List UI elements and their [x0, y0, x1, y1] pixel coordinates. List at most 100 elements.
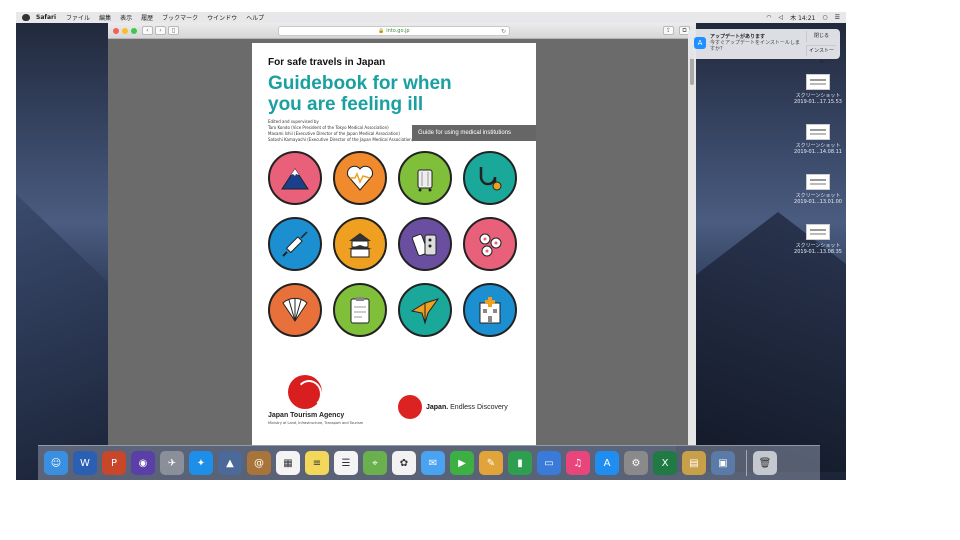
editor-3: Satoshi Kamayachi (Executive Director of…: [268, 137, 414, 142]
address-bar[interactable]: 🔒 into.go.jp ↻: [278, 26, 510, 36]
pdf-banner: Guide for using medical institutions: [412, 125, 536, 141]
dock-photos-icon[interactable]: ✿: [392, 451, 416, 475]
dock-finder-icon[interactable]: ☺: [44, 451, 68, 475]
dock-keynote-icon[interactable]: ▭: [537, 451, 561, 475]
scrollbar[interactable]: [688, 39, 696, 445]
dock-facetime-icon[interactable]: ▶: [450, 451, 474, 475]
dock-calendar-icon[interactable]: ▦: [276, 451, 300, 475]
file-thumbnail: [806, 224, 830, 240]
dock-siri-icon[interactable]: ◉: [131, 451, 155, 475]
pdf-title: Guidebook for when you are feeling ill: [268, 73, 452, 115]
desktop-file[interactable]: スクリーンショット 2019-01...13.01.00: [793, 174, 843, 205]
dock-numbers-icon[interactable]: ▮: [508, 451, 532, 475]
dock-app-store-icon[interactable]: A: [595, 451, 619, 475]
file-thumbnail: [806, 174, 830, 190]
dock-launchpad-icon[interactable]: ✈: [160, 451, 184, 475]
dock-notes-icon[interactable]: ≡: [305, 451, 329, 475]
brand-rest: Endless Discovery: [448, 404, 508, 411]
brand-bold: Japan.: [426, 404, 449, 411]
menu-window[interactable]: ウインドウ: [207, 13, 237, 22]
file-label: スクリーンショット 2019-01...13.01.00: [794, 193, 842, 205]
dock-powerpoint-icon[interactable]: P: [102, 451, 126, 475]
notification-close-button[interactable]: 閉じる: [806, 31, 836, 42]
illustration-grid: [268, 151, 524, 337]
sidebar-button[interactable]: ▯: [168, 26, 179, 35]
dock-photo-app-icon[interactable]: ▲: [218, 451, 242, 475]
toolbar-right: ⇪ ⧉: [661, 26, 690, 35]
file-label: スクリーンショット 2019-01...14.08.11: [794, 143, 842, 155]
syringe-icon: [268, 217, 322, 271]
apple-icon[interactable]: [22, 14, 30, 21]
menu-history[interactable]: 履歴: [141, 13, 153, 22]
japan-tourism-agency-logo: [288, 375, 322, 409]
dock-contacts-icon[interactable]: @: [247, 451, 271, 475]
brand-slogan: Japan. Endless Discovery: [426, 404, 508, 411]
menu-bookmarks[interactable]: ブックマーク: [162, 13, 198, 22]
desktop-file[interactable]: スクリーンショット 2019-01...17.15.53: [793, 74, 843, 105]
search-icon[interactable]: ○: [822, 14, 827, 21]
pdf-viewer[interactable]: For safe travels in Japan Guidebook for …: [108, 39, 688, 445]
notification-title: アップデートがあります: [710, 34, 766, 40]
file-label: スクリーンショット 2019-01...13.08.35: [794, 243, 842, 255]
back-button[interactable]: ‹: [142, 26, 153, 35]
address-url: into.go.jp: [386, 28, 410, 34]
agency-subtitle: Ministry of Land, Infrastructure, Transp…: [268, 421, 364, 425]
safari-toolbar: ‹ › ▯ 🔒 into.go.jp ↻ ⇪ ⧉: [108, 23, 696, 39]
dock-messages-icon[interactable]: ✉: [421, 451, 445, 475]
menu-app-name[interactable]: Safari: [36, 14, 56, 21]
stethoscope-icon: [463, 151, 517, 205]
volume-icon[interactable]: ◁: [779, 14, 784, 21]
app-store-icon: A: [694, 37, 706, 49]
hospital-icon: [463, 283, 517, 337]
dock-archive-icon[interactable]: ▤: [682, 451, 706, 475]
menu-view[interactable]: 表示: [120, 13, 132, 22]
menu-clock[interactable]: 木 14:21: [790, 13, 815, 22]
reload-icon[interactable]: ↻: [501, 27, 506, 36]
desktop-dune-left: [16, 194, 116, 480]
castle-icon: [333, 217, 387, 271]
fan-icon: [268, 283, 322, 337]
pdf-kicker: For safe travels in Japan: [268, 57, 386, 68]
dock-preview-icon[interactable]: ✎: [479, 451, 503, 475]
japan-brand-logo: [398, 395, 422, 419]
file-label: スクリーンショット 2019-01...17.15.53: [794, 93, 842, 105]
close-window-button[interactable]: [113, 27, 119, 34]
clipboard-icon: [333, 283, 387, 337]
status-area: ◠ ◁ 木 14:21 ○ ☰: [766, 13, 846, 22]
share-button[interactable]: ⇪: [663, 26, 674, 35]
cherry-blossom-icon: [463, 217, 517, 271]
desktop: Safari ファイル 編集 表示 履歴 ブックマーク ウインドウ ヘルプ ◠ …: [16, 12, 846, 480]
notification-body: 今すぐアップデートをインストールしますか？: [710, 40, 800, 52]
dock-system-preferences-icon[interactable]: ⚙: [624, 451, 648, 475]
dock-reminders-icon[interactable]: ☰: [334, 451, 358, 475]
paper-crane-icon: [398, 283, 452, 337]
dock-word-icon[interactable]: W: [73, 451, 97, 475]
menu-file[interactable]: ファイル: [66, 13, 90, 22]
minimize-window-button[interactable]: [122, 27, 128, 34]
menu-edit[interactable]: 編集: [99, 13, 111, 22]
dock-excel-icon[interactable]: X: [653, 451, 677, 475]
forward-button[interactable]: ›: [155, 26, 166, 35]
agency-name: Japan Tourism Agency: [268, 412, 345, 419]
file-thumbnail: [806, 124, 830, 140]
file-thumbnail: [806, 74, 830, 90]
zoom-window-button[interactable]: [131, 27, 137, 34]
dock: ☺ W P ◉ ✈ ✦ ▲ @ ▦ ≡ ☰ ⌖ ✿ ✉ ▶ ✎ ▮ ▭ ♫ A ⚙ X ▤ ▣ 🗑: [38, 445, 820, 480]
medicine-icon: [398, 217, 452, 271]
dock-safari-icon[interactable]: ✦: [189, 451, 213, 475]
dock-image-capture-icon[interactable]: ▣: [711, 451, 735, 475]
notification-center-icon[interactable]: ☰: [835, 14, 840, 21]
update-notification: A アップデートがあります 今すぐアップデートをインストールしますか？ 閉じる …: [688, 29, 840, 65]
menu-bar: Safari ファイル 編集 表示 履歴 ブックマーク ウインドウ ヘルプ ◠ …: [16, 12, 846, 23]
dock-itunes-icon[interactable]: ♫: [566, 451, 590, 475]
dock-separator: [746, 450, 747, 476]
wifi-icon[interactable]: ◠: [766, 14, 771, 21]
notification-install-button[interactable]: インストール: [806, 45, 836, 65]
desktop-file[interactable]: スクリーンショット 2019-01...13.08.35: [793, 224, 843, 255]
dock-trash-icon[interactable]: 🗑: [753, 451, 777, 475]
desktop-file[interactable]: スクリーンショット 2019-01...14.08.11: [793, 124, 843, 155]
mount-fuji-icon: [268, 151, 322, 205]
safari-window: ‹ › ▯ 🔒 into.go.jp ↻ ⇪ ⧉ For safe travel…: [108, 23, 696, 445]
menu-help[interactable]: ヘルプ: [246, 13, 264, 22]
dock-maps-icon[interactable]: ⌖: [363, 451, 387, 475]
